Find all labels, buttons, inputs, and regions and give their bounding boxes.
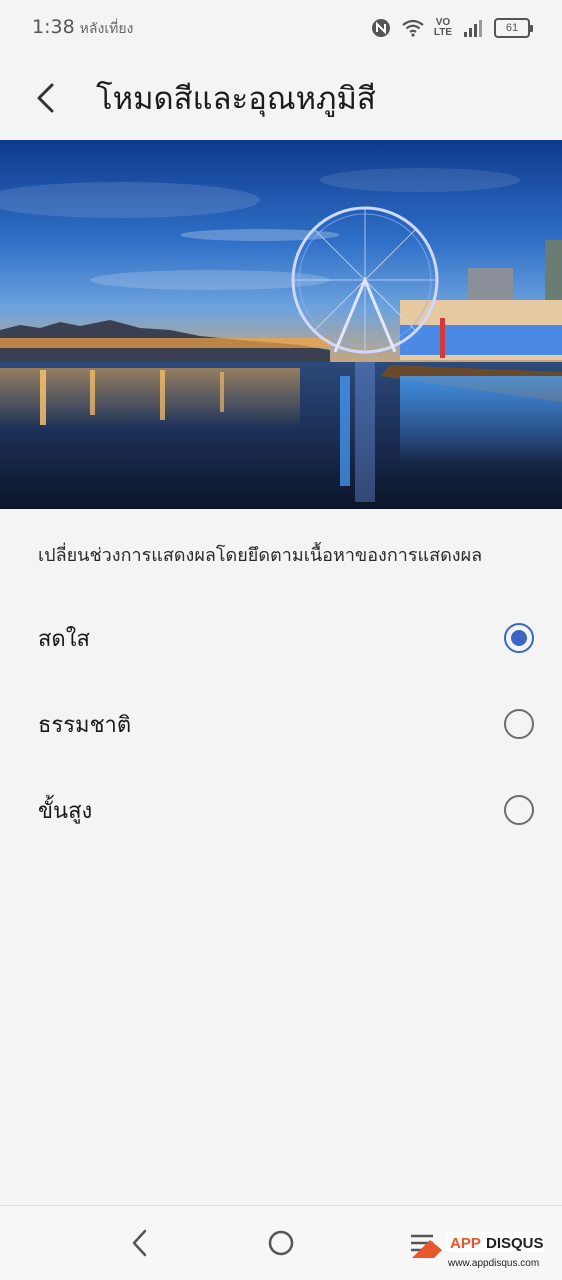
status-clock: 1:38 หลังเที่ยง	[32, 16, 133, 40]
option-advanced[interactable]: ขั้นสูง	[0, 767, 562, 853]
clock-period: หลังเที่ยง	[79, 21, 134, 37]
svg-text:DISQUS: DISQUS	[486, 1235, 544, 1252]
status-icons: VO LTE 61	[370, 17, 533, 39]
nav-home-icon	[268, 1230, 294, 1256]
back-arrow-icon	[37, 83, 54, 113]
signal-icon	[462, 17, 484, 39]
nav-back-icon	[133, 1229, 147, 1257]
appdisqus-watermark: APP DISQUS www.appdisqus.com	[408, 1228, 548, 1272]
volte-icon: VO LTE	[434, 18, 452, 38]
nav-back-button[interactable]	[115, 1218, 165, 1268]
volte-bottom: LTE	[433, 27, 452, 38]
nfc-icon	[370, 17, 392, 39]
svg-text:APP: APP	[450, 1235, 481, 1252]
back-button[interactable]	[22, 74, 70, 122]
ferris-wheel	[291, 206, 439, 354]
battery-level: 61	[505, 22, 519, 34]
radio-unselected[interactable]	[504, 709, 534, 739]
radio-selected[interactable]	[504, 623, 534, 653]
clock-time: 1:38	[32, 16, 75, 38]
option-label: ขั้นสูง	[38, 798, 93, 824]
option-natural[interactable]: ธรรมชาติ	[0, 681, 562, 767]
option-vivid[interactable]: สดใส	[0, 595, 562, 681]
svg-text:www.appdisqus.com: www.appdisqus.com	[447, 1258, 539, 1269]
color-mode-options: สดใส ธรรมชาติ ขั้นสูง	[0, 595, 562, 853]
status-bar: 1:38 หลังเที่ยง VO LTE 61	[0, 0, 562, 56]
mode-description: เปลี่ยนช่วงการแสดงผลโดยยึดตามเนื้อหาของก…	[38, 545, 483, 566]
app-header: โหมดสีและอุณหภูมิสี	[0, 56, 562, 140]
radio-unselected[interactable]	[504, 795, 534, 825]
nav-home-button[interactable]	[256, 1218, 306, 1268]
wifi-icon	[402, 17, 424, 39]
page-title: โหมดสีและอุณหภูมิสี	[96, 81, 376, 117]
battery-icon: 61	[494, 18, 533, 38]
option-label: ธรรมชาติ	[38, 712, 132, 738]
option-label: สดใส	[38, 626, 90, 652]
preview-image	[0, 140, 562, 509]
